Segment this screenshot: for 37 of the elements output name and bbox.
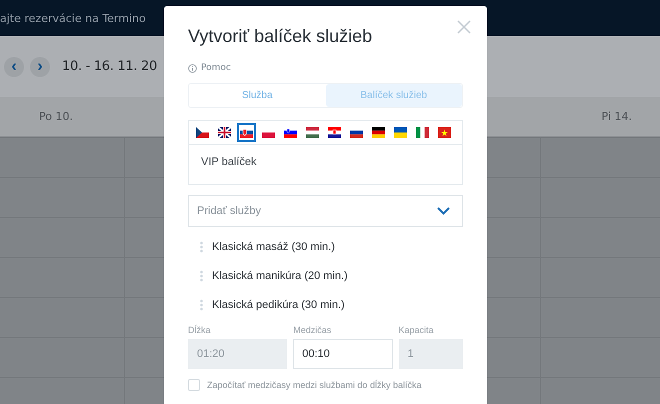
info-icon <box>188 64 197 72</box>
input-field[interactable]: 00:10 <box>293 339 392 369</box>
flag-icon <box>438 127 451 138</box>
service-name: Klasická pedikúra (30 min.) <box>212 299 345 311</box>
date-range: 10. - 16. 11. 20 <box>62 59 157 74</box>
checkbox-label: Započítať medzičasy medzi službami do dĺžky balíčka <box>207 380 422 390</box>
checkbox[interactable] <box>188 379 200 391</box>
banner-text: ajte rezervácie na Termino <box>0 12 146 24</box>
flag-icon <box>196 127 209 138</box>
drag-handle-icon[interactable] <box>200 241 203 253</box>
flag-icon <box>306 127 319 138</box>
flag-icon <box>218 127 231 138</box>
day-label: Pi 14. <box>602 110 632 123</box>
dialog-title: Vytvoriť balíček služieb <box>188 26 374 47</box>
dropdown-placeholder: Pridať služby <box>197 205 262 217</box>
flag-icon <box>328 127 341 138</box>
tab[interactable]: Balíček služieb <box>326 84 462 107</box>
flag-icon <box>372 127 385 138</box>
chevron-down-icon <box>437 207 450 215</box>
service-name: Klasická manikúra (20 min.) <box>212 270 348 282</box>
previous-week-button[interactable]: ‹ <box>4 56 24 76</box>
field-label: Medzičas <box>293 325 332 335</box>
drag-handle-icon[interactable] <box>200 299 203 311</box>
next-week-button[interactable]: › <box>30 56 50 76</box>
service-name: Klasická masáž (30 min.) <box>212 241 335 253</box>
field-label: Dĺžka <box>188 325 212 335</box>
help-link[interactable]: Pomoc <box>201 63 231 73</box>
day-label: Po 10. <box>39 110 73 123</box>
flag-icon <box>416 127 429 138</box>
flag-icon <box>284 127 297 138</box>
flag-button[interactable] <box>237 123 256 142</box>
flag-icon <box>240 127 253 138</box>
drag-handle-icon[interactable] <box>200 270 203 282</box>
add-services-dropdown[interactable]: Pridať služby <box>188 195 463 227</box>
flag-icon <box>394 127 407 138</box>
field-label: Kapacita <box>398 325 435 335</box>
name-field[interactable]: VIP balíček <box>188 145 463 185</box>
